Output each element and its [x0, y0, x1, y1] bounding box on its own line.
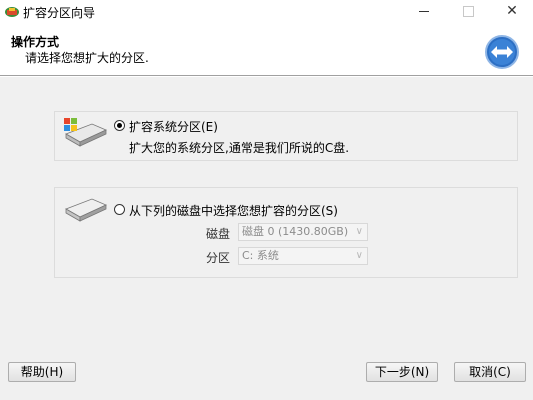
radio-choose-partition[interactable]	[114, 204, 125, 215]
page-subtitle: 请选择您想扩大的分区.	[25, 51, 149, 65]
close-button[interactable]: ✕	[490, 0, 533, 24]
wizard-body: 扩容系统分区(E) 扩大您的系统分区,通常是我们所说的C盘. 从下列的磁盘中选择…	[0, 77, 533, 400]
wizard-header: 操作方式 请选择您想扩大的分区.	[0, 24, 533, 75]
chevron-down-icon: ∨	[355, 250, 363, 261]
partition-select[interactable]: C: 系统 ∨	[238, 247, 368, 265]
resize-arrows-icon	[485, 35, 519, 69]
app-icon	[5, 7, 19, 17]
partition-select-value: C: 系统	[242, 249, 279, 262]
disk-select[interactable]: 磁盘 0 (1430.80GB) ∨	[238, 223, 368, 241]
option-choose-partition-label[interactable]: 从下列的磁盘中选择您想扩容的分区(S)	[129, 202, 338, 219]
option-system-partition-description: 扩大您的系统分区,通常是我们所说的C盘.	[129, 141, 350, 155]
radio-system-partition[interactable]	[114, 120, 125, 131]
chevron-down-icon: ∨	[355, 226, 363, 237]
title-bar: 扩容分区向导 ✕	[0, 0, 533, 24]
next-button[interactable]: 下一步(N)	[366, 362, 438, 382]
option-system-partition-label[interactable]: 扩容系统分区(E)	[129, 118, 218, 135]
disk-drive-icon	[65, 198, 107, 222]
cancel-button[interactable]: 取消(C)	[454, 362, 526, 382]
partition-label: 分区	[206, 251, 231, 265]
disk-label: 磁盘	[206, 227, 231, 241]
disk-select-value: 磁盘 0 (1430.80GB)	[242, 225, 349, 238]
maximize-button[interactable]	[446, 0, 490, 24]
system-drive-icon	[64, 118, 107, 147]
page-title: 操作方式	[11, 35, 60, 49]
minimize-button[interactable]	[402, 0, 446, 24]
window-title: 扩容分区向导	[23, 6, 96, 20]
help-button[interactable]: 帮助(H)	[8, 362, 76, 382]
